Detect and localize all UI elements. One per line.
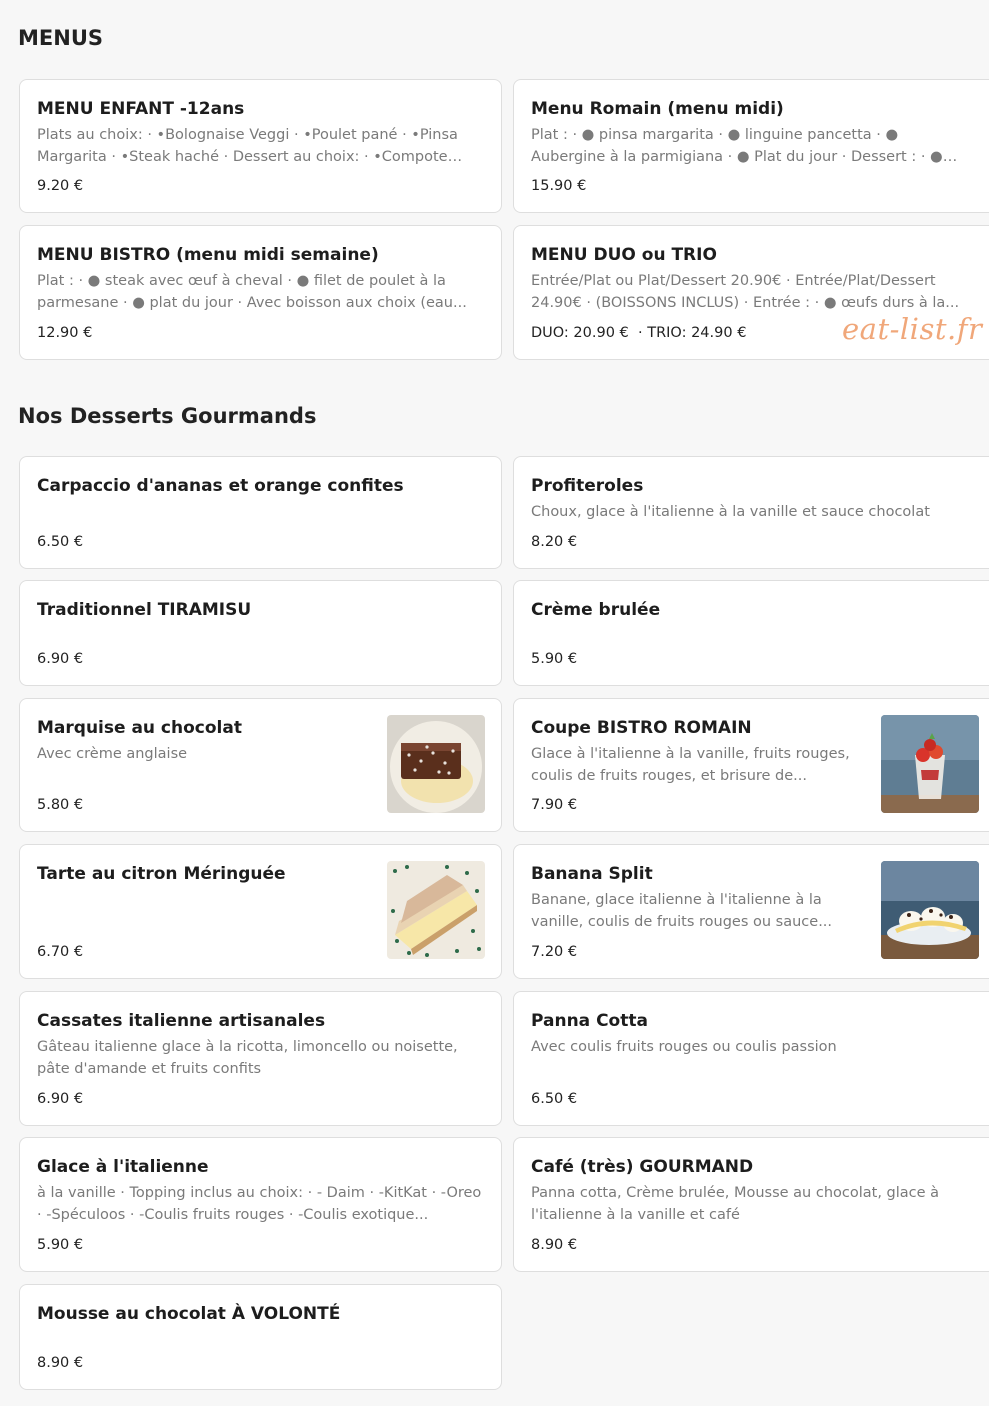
item-description: Plat : · ● pinsa margarita · ● linguine … xyxy=(531,127,943,165)
watermark-logo: eat-list.fr xyxy=(842,312,983,346)
item-name: Panna Cotta xyxy=(531,1011,648,1031)
dessert-card[interactable]: Carpaccio d'ananas et orange confites 6.… xyxy=(19,456,502,569)
item-name: Carpaccio d'ananas et orange confites xyxy=(37,476,404,496)
menu-card[interactable]: MENU BISTRO (menu midi semaine) Plat : ·… xyxy=(19,225,502,360)
item-name: Marquise au chocolat xyxy=(37,718,242,738)
item-price: 5.80 € xyxy=(37,797,84,813)
item-name: Profiteroles xyxy=(531,476,644,496)
item-name: Glace à l'italienne xyxy=(37,1157,209,1177)
dessert-card[interactable]: Traditionnel TIRAMISU 6.90 € xyxy=(19,580,502,686)
item-description: Plats au choix: · •Bolognaise Veggi · •P… xyxy=(37,127,458,165)
dessert-card[interactable]: Café (très) GOURMAND Panna cotta, Crème … xyxy=(513,1137,989,1272)
item-price: 7.20 € xyxy=(531,944,578,960)
dessert-card[interactable]: Crème brulée 5.90 € xyxy=(513,580,989,686)
dessert-card[interactable]: Banana Split Banane, glace italienne à l… xyxy=(513,844,989,979)
item-name: Banana Split xyxy=(531,864,653,884)
dessert-card[interactable]: Cassates italienne artisanales Gâteau it… xyxy=(19,991,502,1126)
item-price: DUO: 20.90 € · TRIO: 24.90 € xyxy=(531,325,747,341)
item-description: Avec crème anglaise xyxy=(37,746,188,762)
item-name: MENU ENFANT -12ans xyxy=(37,99,245,119)
item-description: Glace à l'italienne à la vanille, fruits… xyxy=(531,746,850,784)
item-name: Crème brulée xyxy=(531,600,661,620)
item-price: 6.70 € xyxy=(37,944,84,960)
sundae-cup-photo xyxy=(881,715,979,813)
item-price: 9.20 € xyxy=(37,178,84,194)
item-name: Mousse au chocolat À VOLONTÉ xyxy=(37,1304,341,1324)
item-description: Gâteau italienne glace à la ricotta, lim… xyxy=(37,1039,458,1077)
item-description: Banane, glace italienne à l'italienne à … xyxy=(531,892,833,930)
item-name: Traditionnel TIRAMISU xyxy=(37,600,252,620)
item-name: Café (très) GOURMAND xyxy=(531,1157,754,1177)
item-description: Plat : · ● steak avec œuf à cheval · ● f… xyxy=(37,273,467,311)
item-description: Avec coulis fruits rouges ou coulis pass… xyxy=(531,1039,837,1055)
dessert-card[interactable]: Mousse au chocolat À VOLONTÉ 8.90 € xyxy=(19,1284,502,1390)
item-price: 8.90 € xyxy=(531,1237,578,1253)
lemon-tart-photo xyxy=(387,861,485,959)
dessert-card[interactable]: Glace à l'italienne à la vanille · Toppi… xyxy=(19,1137,502,1272)
item-name: Coupe BISTRO ROMAIN xyxy=(531,718,752,738)
item-price: 8.20 € xyxy=(531,534,578,550)
item-description: Panna cotta, Crème brulée, Mousse au cho… xyxy=(531,1185,940,1223)
item-price: 15.90 € xyxy=(531,178,587,194)
chocolate-marquise-photo xyxy=(387,715,485,813)
item-price: 6.50 € xyxy=(531,1091,578,1107)
item-name: Cassates italienne artisanales xyxy=(37,1011,326,1031)
item-name: Menu Romain (menu midi) xyxy=(531,99,784,119)
dessert-card[interactable]: Coupe BISTRO ROMAIN Glace à l'italienne … xyxy=(513,698,989,832)
menu-card[interactable]: Menu Romain (menu midi) Plat : · ● pinsa… xyxy=(513,79,989,213)
item-name: MENU BISTRO (menu midi semaine) xyxy=(37,245,379,265)
item-description: à la vanille · Topping inclus au choix: … xyxy=(37,1185,482,1223)
item-price: 6.50 € xyxy=(37,534,84,550)
item-price: 7.90 € xyxy=(531,797,578,813)
dessert-card[interactable]: Tarte au citron Méringuée 6.70 € xyxy=(19,844,502,979)
item-price: 6.90 € xyxy=(37,1091,84,1107)
menus-section-title: MENUS xyxy=(18,26,103,50)
banana-split-photo xyxy=(881,861,979,959)
menu-card[interactable]: MENU ENFANT -12ans Plats au choix: · •Bo… xyxy=(19,79,502,213)
dessert-card[interactable]: Panna Cotta Avec coulis fruits rouges ou… xyxy=(513,991,989,1126)
item-name: MENU DUO ou TRIO xyxy=(531,245,717,265)
item-description: Choux, glace à l'italienne à la vanille … xyxy=(531,504,930,520)
desserts-section-title: Nos Desserts Gourmands xyxy=(18,404,317,428)
dessert-card[interactable]: Profiteroles Choux, glace à l'italienne … xyxy=(513,456,989,569)
item-price: 8.90 € xyxy=(37,1355,84,1371)
item-price: 5.90 € xyxy=(531,651,578,667)
item-description: Entrée/Plat ou Plat/Dessert 20.90€ · Ent… xyxy=(531,273,960,311)
item-name: Tarte au citron Méringuée xyxy=(37,864,286,884)
dessert-card[interactable]: Marquise au chocolat Avec crème anglaise… xyxy=(19,698,502,832)
item-price: 5.90 € xyxy=(37,1237,84,1253)
item-price: 12.90 € xyxy=(37,325,93,341)
item-price: 6.90 € xyxy=(37,651,84,667)
